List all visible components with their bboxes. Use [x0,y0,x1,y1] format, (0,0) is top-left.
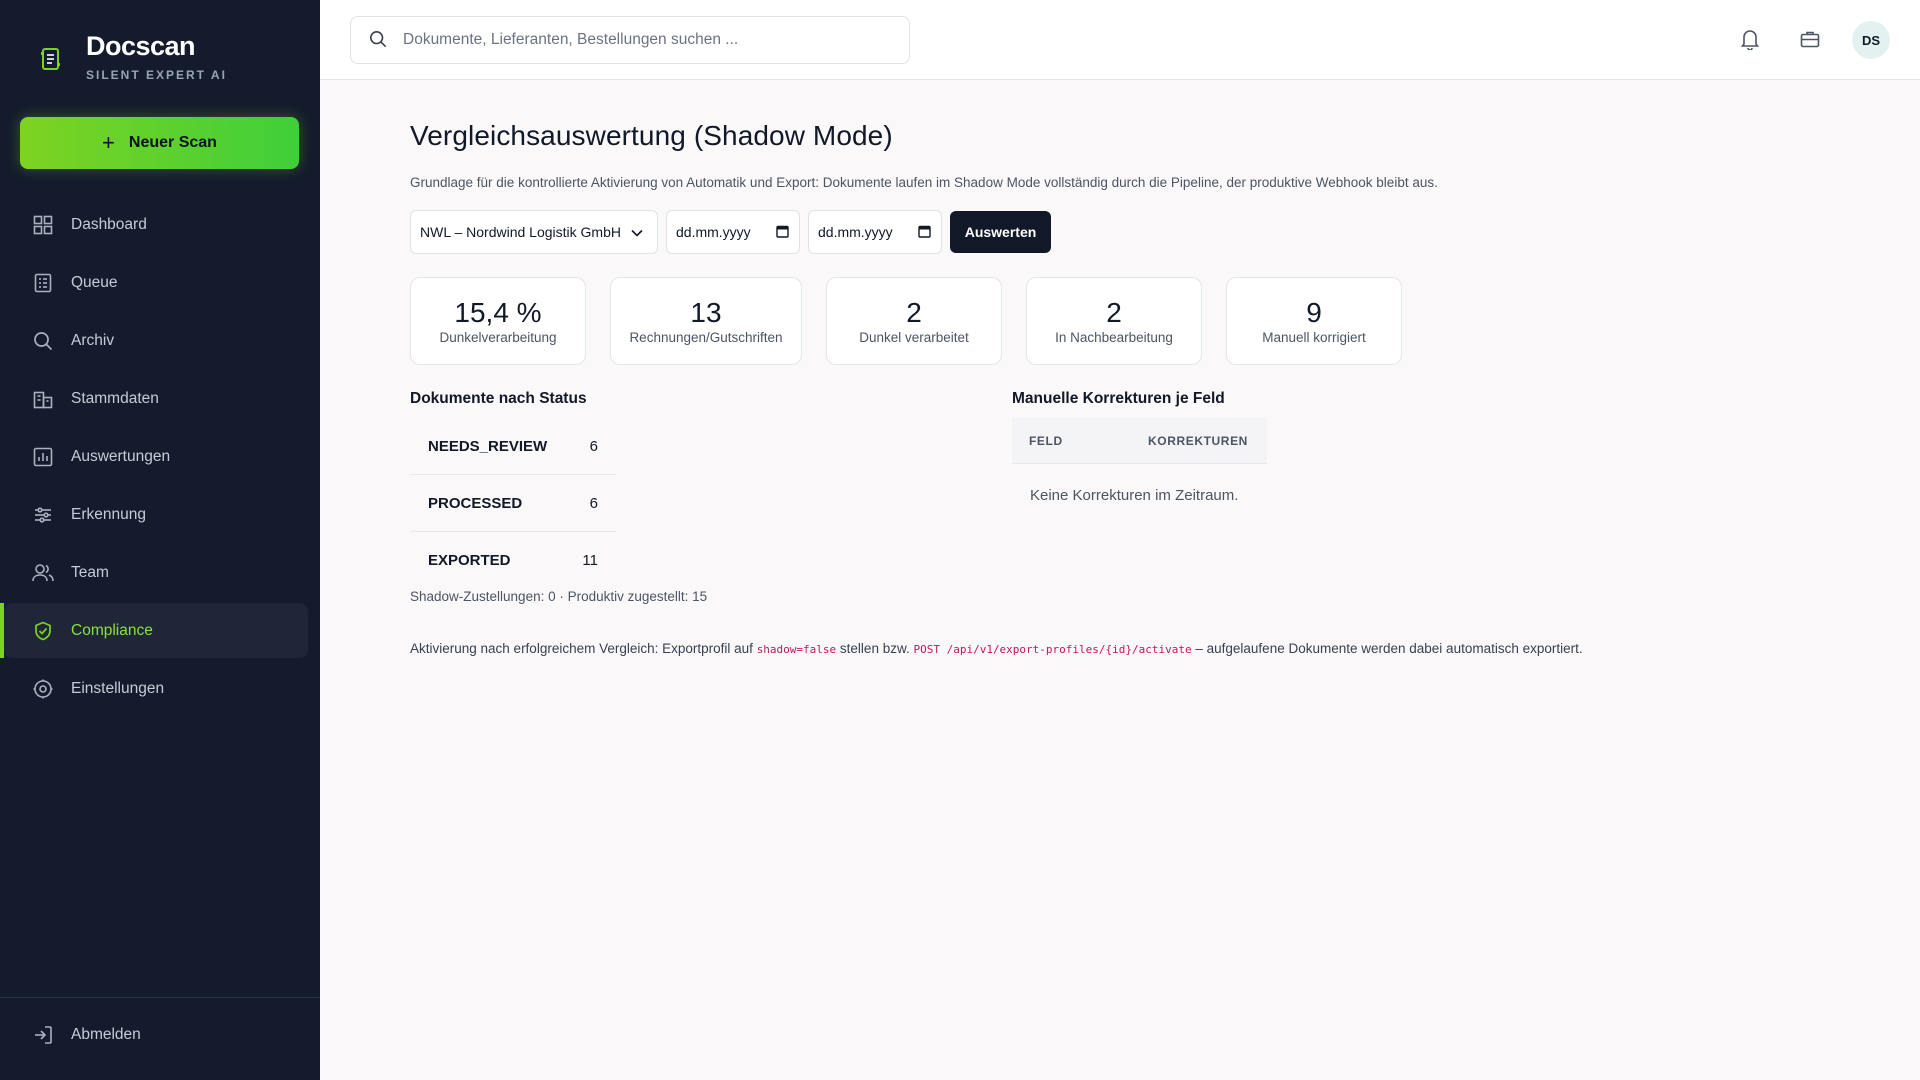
sidebar-item-auswertungen[interactable]: Auswertungen [4,429,308,484]
date-to-field[interactable]: dd.mm.yyyy [808,210,942,254]
date-to-placeholder: dd.mm.yyyy [818,224,893,240]
sidebar-item-label: Queue [71,273,118,291]
corrections-section-title: Manuelle Korrekturen je Feld [1012,390,1225,407]
code-activate-endpoint: POST /api/v1/export-profiles/{id}/activa… [913,643,1192,656]
kpi-label: Manuell korrigiert [1262,330,1366,345]
kpi-value: 2 [906,297,922,328]
status-name: NEEDS_REVIEW [428,437,548,455]
status-count: 11 [582,552,598,569]
date-from-field[interactable]: dd.mm.yyyy [666,210,800,254]
kpi-value: 2 [1106,297,1122,328]
note-text: Aktivierung nach erfolgreichem Vergleich… [410,641,757,656]
gear-icon [32,678,54,700]
kpi-label: In Nachbearbeitung [1055,330,1173,345]
calendar-icon [776,224,789,241]
sidebar-item-erkennung[interactable]: Erkennung [4,487,308,542]
sidebar-item-label: Erkennung [71,505,146,523]
note-text: – aufgelaufene Dokumente werden dabei au… [1191,641,1583,656]
sidebar-item-label: Stammdaten [71,389,159,407]
code-shadow-flag: shadow=false [756,643,837,656]
filter-bar: NWL – Nordwind Logistik GmbH dd.mm.yyyy … [410,210,1051,254]
sidebar-item-label: Dashboard [71,215,147,233]
kpi-value: 9 [1306,297,1322,328]
building-icon [32,388,54,410]
sidebar: Docscan SILENT EXPERT AI + Neuer Scan Da… [0,0,320,1080]
sidebar-item-label: Auswertungen [71,447,171,465]
users-icon [32,562,54,584]
sliders-icon [32,504,54,526]
sidebar-item-label: Archiv [71,331,115,349]
page-subtitle: Grundlage für die kontrollierte Aktivier… [410,175,1438,190]
kpi-card-invoices: 13 Rechnungen/Gutschriften [610,277,802,365]
logout-icon [32,1024,54,1046]
corrections-empty-state: Keine Korrekturen im Zeitraum. [1030,487,1239,504]
brand[interactable]: Docscan SILENT EXPERT AI [34,30,227,82]
chart-icon [32,446,54,468]
sidebar-item-label: Compliance [71,621,153,639]
bell-icon[interactable] [1737,26,1763,52]
kpi-card-dark-processing-rate: 15,4 % Dunkelverarbeitung [410,277,586,365]
chevron-down-icon [631,224,643,240]
supplier-select-value: NWL – Nordwind Logistik GmbH [420,224,621,240]
brand-name: Docscan [86,31,196,61]
kpi-card-dark-processed: 2 Dunkel verarbeitet [826,277,1002,365]
sidebar-item-queue[interactable]: Queue [4,255,308,310]
kpi-value: 13 [690,297,722,328]
briefcase-icon[interactable] [1797,26,1823,52]
brand-tagline: SILENT EXPERT AI [86,68,227,82]
sidebar-item-stammdaten[interactable]: Stammdaten [4,371,308,426]
status-count: 6 [589,494,598,512]
sidebar-item-einstellungen[interactable]: Einstellungen [4,661,308,716]
kpi-label: Rechnungen/Gutschriften [629,330,783,345]
status-table: NEEDS_REVIEW 6 PROCESSED 6 EXPORTED 11 [410,418,616,589]
plus-icon: + [102,130,115,155]
sidebar-item-archiv[interactable]: Archiv [4,313,308,368]
kpi-card-in-review: 2 In Nachbearbeitung [1026,277,1202,365]
kpi-label: Dunkel verarbeitet [859,330,969,345]
docscan-logo-icon [34,42,68,76]
dashboard-icon [32,214,54,236]
status-name: PROCESSED [428,494,523,512]
shield-icon [32,620,54,642]
search-icon [369,30,389,50]
sidebar-item-compliance[interactable]: Compliance [0,603,308,658]
calendar-icon [918,224,931,241]
sidebar-item-dashboard[interactable]: Dashboard [4,197,308,252]
status-section-title: Dokumente nach Status [410,390,587,407]
new-scan-label: Neuer Scan [128,134,217,151]
avatar[interactable]: DS [1852,21,1890,59]
table-row: NEEDS_REVIEW 6 [410,418,616,475]
new-scan-button[interactable]: + Neuer Scan [20,117,299,169]
sidebar-item-label: Team [71,563,109,581]
table-row: EXPORTED 11 [410,532,616,589]
status-name: EXPORTED [428,552,511,569]
sidebar-nav: Dashboard Queue Archiv Stammdaten Auswer… [0,197,320,719]
supplier-select[interactable]: NWL – Nordwind Logistik GmbH [410,210,658,254]
sidebar-item-team[interactable]: Team [4,545,308,600]
sidebar-footer: Abmelden [0,997,320,1072]
evaluate-button[interactable]: Auswerten [950,211,1051,253]
global-search[interactable] [350,16,910,64]
note-text: stellen bzw. [836,641,914,656]
logout-label: Abmelden [71,1026,141,1043]
sidebar-item-label: Einstellungen [71,679,165,697]
kpi-value: 15,4 % [454,297,542,328]
table-header: FELD KORREKTUREN [1012,418,1267,464]
column-header-field: FELD [1029,433,1063,448]
search-icon [32,330,54,352]
logout-button[interactable]: Abmelden [0,998,320,1072]
status-count: 6 [589,437,598,455]
table-row: PROCESSED 6 [410,475,616,532]
kpi-card-manually-corrected: 9 Manuell korrigiert [1226,277,1402,365]
corrections-table: FELD KORREKTUREN [1012,418,1267,464]
queue-icon [32,272,54,294]
column-header-corrections: KORREKTUREN [1148,433,1248,448]
search-input[interactable] [403,31,883,49]
date-from-placeholder: dd.mm.yyyy [676,224,751,240]
shadow-delivery-info: Shadow-Zustellungen: 0 · Produktiv zuges… [410,589,708,604]
activation-note: Aktivierung nach erfolgreichem Vergleich… [410,641,1583,656]
kpi-label: Dunkelverarbeitung [439,330,557,345]
topbar: DS [320,0,1920,80]
page-title: Vergleichsauswertung (Shadow Mode) [410,120,893,151]
